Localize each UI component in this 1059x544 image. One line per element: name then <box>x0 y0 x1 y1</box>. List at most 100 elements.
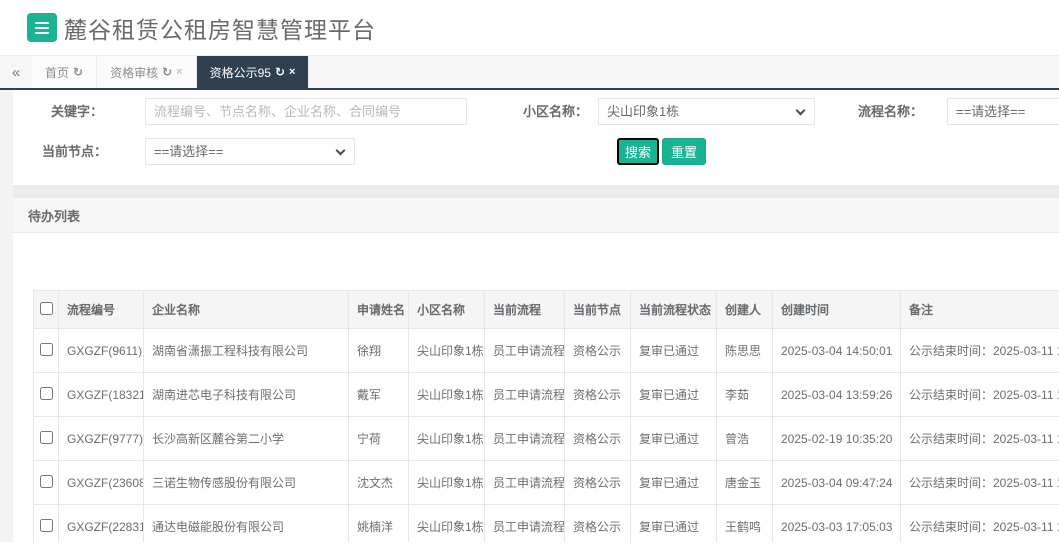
refresh-icon[interactable]: ↻ <box>73 65 83 79</box>
community-select[interactable]: 尖山印象1栋 <box>598 98 815 125</box>
header-company: 企业名称 <box>143 290 349 329</box>
row-check-cell <box>33 372 59 417</box>
keyword-input[interactable] <box>145 98 467 125</box>
cell-created: 2025-03-04 09:47:24 <box>772 460 901 505</box>
cell-applicant: 徐翔 <box>348 328 409 373</box>
cell-company: 长沙高新区麓谷第二小学 <box>143 416 349 461</box>
cell-status: 复审已通过 <box>630 416 717 461</box>
node-select-wrap: ==请选择== <box>145 138 355 165</box>
row-check-cell <box>33 504 59 542</box>
cell-created: 2025-02-19 10:35:20 <box>772 416 901 461</box>
tab-home-label: 首页 <box>45 65 70 80</box>
community-label: 小区名称： <box>522 104 588 119</box>
cell-code: GXGZF(22831) <box>58 504 144 542</box>
cell-node: 资格公示 <box>564 416 631 461</box>
tab-qualification-review-label: 资格审核 <box>110 65 159 80</box>
cell-code: GXGZF(9777) <box>58 416 144 461</box>
cell-code: GXGZF(18321) <box>58 372 144 417</box>
reset-button[interactable]: 重置 <box>662 138 707 165</box>
header-creator: 创建人 <box>716 290 773 329</box>
keyword-label: 关键字： <box>50 104 103 119</box>
todo-table: 流程编号 企业名称 申请姓名 小区名称 当前流程 当前节点 当前流程状态 创建人… <box>33 290 1059 542</box>
todo-panel-body: 流程编号 企业名称 申请姓名 小区名称 当前流程 当前节点 当前流程状态 创建人… <box>13 233 1059 542</box>
row-checkbox[interactable] <box>39 342 53 356</box>
cell-remark: 公示结束时间：2025-03-11 15:37:08 <box>900 372 1059 417</box>
collapse-tabs-icon[interactable]: « <box>0 56 32 88</box>
table-row: GXGZF(18321) 湖南进芯电子科技有限公司 戴军 尖山印象1栋 员工申请… <box>33 372 1059 417</box>
table-row: GXGZF(9611) 湖南省潇振工程科技有限公司 徐翔 尖山印象1栋 员工申请… <box>33 328 1059 373</box>
cell-company: 三诺生物传感股份有限公司 <box>143 460 349 505</box>
cell-code: GXGZF(23608) <box>58 460 144 505</box>
header-status: 当前流程状态 <box>630 290 717 329</box>
cell-status: 复审已通过 <box>630 372 717 417</box>
cell-creator: 王鹤鸣 <box>716 504 773 542</box>
select-all-checkbox[interactable] <box>39 301 53 315</box>
cell-process: 员工申请流程 <box>484 504 565 542</box>
page-title: 麓谷租赁公租房智慧管理平台 <box>64 16 376 43</box>
tab-bar: « 首页 ↻ 资格审核 ↻ × 资格公示95 ↻ × <box>0 55 1059 90</box>
cell-process: 员工申请流程 <box>484 460 565 505</box>
filter-panel: 关键字： 小区名称： 尖山印象1栋 流程名称： ==请选择== 当前节点： ==… <box>13 90 1059 186</box>
todo-panel-title: 待办列表 <box>13 198 1059 233</box>
cell-creator: 曾浩 <box>716 416 773 461</box>
cell-company: 通达电磁能股份有限公司 <box>143 504 349 542</box>
cell-remark: 公示结束时间：2025-03-11 10:14:02 <box>900 504 1059 542</box>
tab-qualification-review[interactable]: 资格审核 ↻ × <box>97 56 197 88</box>
node-select[interactable]: ==请选择== <box>145 138 355 165</box>
close-icon[interactable]: × <box>289 66 295 78</box>
header-community: 小区名称 <box>408 290 485 329</box>
row-check-cell <box>33 460 59 505</box>
app-header: 麓谷租赁公租房智慧管理平台 <box>0 0 1059 55</box>
cell-process: 员工申请流程 <box>484 416 565 461</box>
refresh-icon[interactable]: ↻ <box>275 65 285 79</box>
cell-creator: 陈思思 <box>716 328 773 373</box>
table-row: GXGZF(9777) 长沙高新区麓谷第二小学 宁荷 尖山印象1栋 员工申请流程… <box>33 416 1059 461</box>
cell-status: 复审已通过 <box>630 460 717 505</box>
node-label: 当前节点： <box>41 144 107 159</box>
main-content: 关键字： 小区名称： 尖山印象1栋 流程名称： ==请选择== 当前节点： ==… <box>13 90 1059 542</box>
cell-community: 尖山印象1栋 <box>408 504 485 542</box>
cell-applicant: 姚楠洋 <box>348 504 409 542</box>
row-check-cell <box>33 328 59 373</box>
cell-node: 资格公示 <box>564 460 631 505</box>
panel-separator <box>13 186 1059 198</box>
cell-community: 尖山印象1栋 <box>408 328 485 373</box>
left-gutter <box>0 90 13 542</box>
cell-creator: 唐金玉 <box>716 460 773 505</box>
tab-home[interactable]: 首页 ↻ <box>32 56 98 88</box>
cell-remark: 公示结束时间：2025-03-11 14:14:52 <box>900 416 1059 461</box>
close-icon[interactable]: × <box>176 66 182 78</box>
header-code: 流程编号 <box>58 290 144 329</box>
row-check-cell <box>33 416 59 461</box>
cell-created: 2025-03-04 13:59:26 <box>772 372 901 417</box>
cell-community: 尖山印象1栋 <box>408 372 485 417</box>
cell-community: 尖山印象1栋 <box>408 416 485 461</box>
cell-applicant: 戴军 <box>348 372 409 417</box>
cell-code: GXGZF(9611) <box>58 328 144 373</box>
cell-process: 员工申请流程 <box>484 328 565 373</box>
table-header-row: 流程编号 企业名称 申请姓名 小区名称 当前流程 当前节点 当前流程状态 创建人… <box>33 290 1059 329</box>
cell-process: 员工申请流程 <box>484 372 565 417</box>
cell-node: 资格公示 <box>564 504 631 542</box>
cell-node: 资格公示 <box>564 372 631 417</box>
cell-created: 2025-03-04 14:50:01 <box>772 328 901 373</box>
process-select[interactable]: ==请选择== <box>947 98 1059 125</box>
cell-status: 复审已通过 <box>630 328 717 373</box>
row-checkbox[interactable] <box>39 518 53 532</box>
cell-company: 湖南进芯电子科技有限公司 <box>143 372 349 417</box>
row-checkbox[interactable] <box>39 386 53 400</box>
header-process: 当前流程 <box>484 290 565 329</box>
table-row: GXGZF(23608) 三诺生物传感股份有限公司 沈文杰 尖山印象1栋 员工申… <box>33 460 1059 505</box>
cell-remark: 公示结束时间：2025-03-11 10:14:10 <box>900 460 1059 505</box>
cell-community: 尖山印象1栋 <box>408 460 485 505</box>
tab-qualification-publicity[interactable]: 资格公示95 ↻ × <box>196 56 310 88</box>
hamburger-menu-icon[interactable] <box>27 13 57 42</box>
row-checkbox[interactable] <box>39 474 53 488</box>
select-all-cell <box>33 290 59 329</box>
cell-company: 湖南省潇振工程科技有限公司 <box>143 328 349 373</box>
cell-creator: 李茹 <box>716 372 773 417</box>
row-checkbox[interactable] <box>39 430 53 444</box>
search-button[interactable]: 搜索 <box>617 138 660 165</box>
cell-node: 资格公示 <box>564 328 631 373</box>
refresh-icon[interactable]: ↻ <box>162 65 172 79</box>
